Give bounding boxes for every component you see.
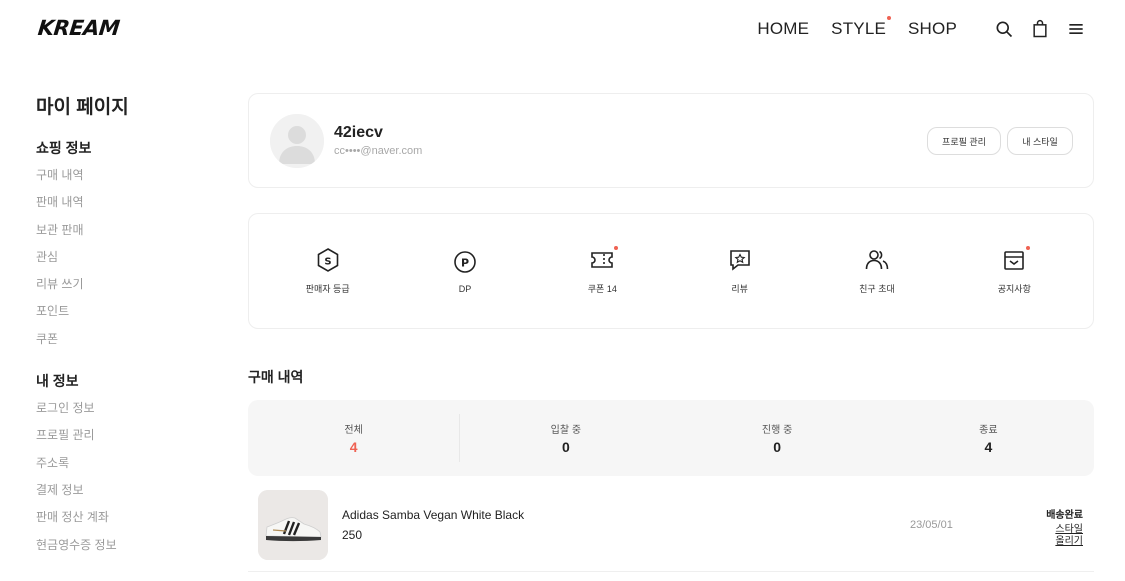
new-dot (1026, 246, 1031, 250)
sidebar-item-points[interactable]: 포인트 (36, 302, 216, 329)
status-tab-bidding[interactable]: 입찰 중 0 (460, 400, 671, 476)
sidebar-group-my-info: 내 정보 로그인 정보 프로필 관리 주소록 결제 정보 판매 정산 계좌 현금… (36, 371, 216, 563)
sidebar-group-title: 내 정보 (36, 373, 79, 390)
sidebar-item-storage-sale[interactable]: 보관 판매 (36, 221, 216, 248)
sidebar-title: 마이 페이지 (36, 97, 129, 118)
user-email: cc••••@naver.com (334, 145, 423, 157)
status-tab-all[interactable]: 전체 4 (248, 414, 461, 462)
sidebar-item-purchase-history[interactable]: 구매 내역 (36, 166, 216, 193)
shortcut-review[interactable]: 리뷰 (685, 247, 795, 295)
kream-logo[interactable]: KREAM (37, 16, 121, 40)
nav-home[interactable]: HOME (757, 19, 809, 39)
avatar (270, 114, 324, 168)
status-label: 종료 (979, 425, 998, 436)
top-nav: HOME STYLE SHOP (757, 16, 1125, 41)
shortcut-label: 쿠폰 14 (587, 284, 617, 294)
sidebar-item-profile-manage[interactable]: 프로필 관리 (36, 426, 216, 453)
sidebar-item-write-review[interactable]: 리뷰 쓰기 (36, 275, 216, 302)
sidebar-item-address-book[interactable]: 주소록 (36, 454, 216, 481)
status-label: 진행 중 (761, 425, 793, 436)
status-count: 4 (984, 439, 993, 455)
purchase-history-title: 구매 내역 (248, 369, 304, 385)
shortcut-points[interactable]: P DP (410, 249, 520, 294)
sidebar-group-title: 쇼핑 정보 (36, 140, 92, 156)
profile-manage-button[interactable]: 프로필 관리 (927, 127, 1001, 155)
nav-shop[interactable]: SHOP (908, 19, 957, 39)
shortcut-seller-grade[interactable]: S 판매자 등급 (273, 247, 383, 295)
status-label: 전체 (344, 425, 363, 436)
status-tab-finished[interactable]: 종료 4 (883, 400, 1094, 476)
purchase-item-row[interactable]: Adidas Samba Vegan White Black 250 23/05… (248, 484, 1094, 572)
shortcut-label: 공지사항 (997, 284, 1031, 294)
shortcut-card: S 판매자 등급 P DP 쿠폰 14 리뷰 친구 초대 공지사항 (248, 213, 1094, 329)
purchase-date: 23/05/01 (910, 519, 953, 531)
seller-grade-icon: S (315, 247, 341, 273)
menu-icon[interactable] (1065, 18, 1087, 40)
sidebar-item-payment-info[interactable]: 결제 정보 (36, 481, 216, 508)
shortcut-label: 친구 초대 (859, 284, 895, 294)
invite-friends-icon (864, 247, 890, 273)
status-tab-in-progress[interactable]: 진행 중 0 (672, 400, 883, 476)
shopping-bag-icon[interactable] (1029, 18, 1051, 40)
shortcut-notice[interactable]: 공지사항 (959, 246, 1069, 295)
profile-card: 42iecv cc••••@naver.com 프로필 관리 내 스타일 (248, 93, 1094, 188)
search-icon[interactable] (993, 18, 1015, 40)
delivery-status: 배송완료 (1046, 510, 1083, 521)
sidebar-group-shopping: 쇼핑 정보 구매 내역 판매 내역 보관 판매 관심 리뷰 쓰기 포인트 쿠폰 (36, 138, 216, 357)
notice-icon (1001, 246, 1031, 273)
coupon-icon (589, 246, 619, 273)
product-name[interactable]: Adidas Samba Vegan White Black (342, 508, 524, 522)
sidebar-item-cash-receipt[interactable]: 현금영수증 정보 (36, 536, 216, 563)
new-dot (614, 246, 619, 250)
product-thumbnail[interactable] (258, 490, 328, 560)
nav-style[interactable]: STYLE (831, 16, 892, 39)
my-style-button[interactable]: 내 스타일 (1007, 127, 1073, 155)
shortcut-label: 판매자 등급 (305, 284, 350, 294)
purchase-status-bar: 전체 4 입찰 중 0 진행 중 0 종료 4 (248, 400, 1094, 476)
post-style-link-2[interactable]: 올리기 (1055, 532, 1083, 547)
status-label: 입찰 중 (550, 425, 582, 436)
status-count: 0 (561, 439, 570, 455)
sidebar-item-sales-history[interactable]: 판매 내역 (36, 193, 216, 220)
status-count: 0 (773, 439, 782, 455)
product-size: 250 (342, 528, 363, 542)
review-icon (727, 247, 753, 273)
sidebar-item-wishlist[interactable]: 관심 (36, 248, 216, 275)
svg-text:S: S (324, 257, 331, 268)
sidebar-item-coupons[interactable]: 쿠폰 (36, 330, 216, 357)
points-icon: P (452, 249, 478, 275)
svg-text:P: P (461, 256, 469, 269)
shortcut-label: 리뷰 (731, 284, 748, 294)
shortcut-label: DP (458, 283, 472, 294)
new-dot (887, 16, 892, 20)
sidebar-item-login-info[interactable]: 로그인 정보 (36, 399, 216, 426)
shortcut-coupon[interactable]: 쿠폰 14 (547, 246, 657, 295)
status-count: 4 (349, 439, 358, 455)
sidebar-item-settlement-account[interactable]: 판매 정산 계좌 (36, 508, 216, 535)
username: 42iecv (334, 124, 383, 141)
shortcut-invite-friends[interactable]: 친구 초대 (822, 247, 932, 295)
nav-icons (979, 18, 1087, 40)
sidebar: 마이 페이지 쇼핑 정보 구매 내역 판매 내역 보관 판매 관심 리뷰 쓰기 … (36, 92, 216, 577)
